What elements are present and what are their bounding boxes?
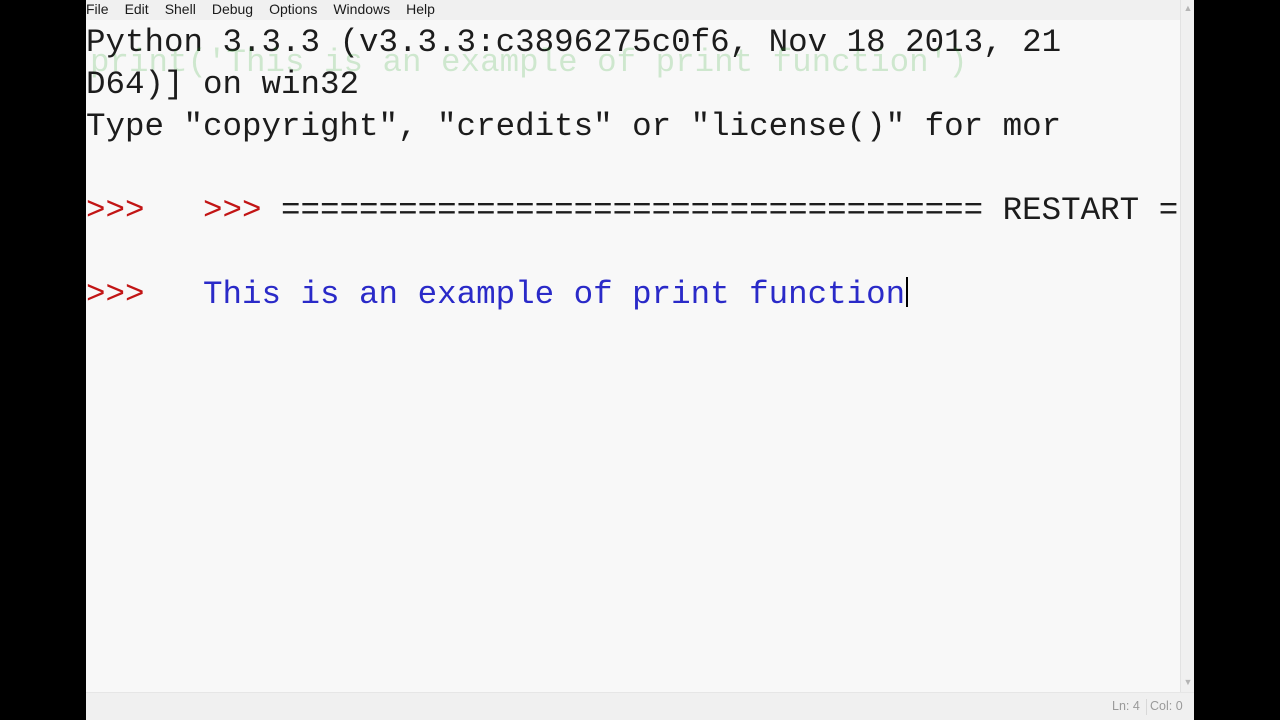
banner-platform-line: D64)] on win32 bbox=[86, 66, 360, 103]
menu-windows[interactable]: Windows bbox=[333, 1, 390, 17]
shell-text-area[interactable]: Python 3.3.3 (v3.3.3:c3896275c0f6, Nov 1… bbox=[86, 20, 1180, 692]
scroll-down-arrow-icon[interactable]: ▼ bbox=[1182, 676, 1194, 688]
menu-shell[interactable]: Shell bbox=[165, 1, 196, 17]
vertical-scrollbar[interactable]: ▲ ▼ bbox=[1180, 0, 1194, 692]
banner-info-line: Type "copyright", "credits" or "license(… bbox=[86, 108, 1062, 145]
status-column-number: Col: 0 bbox=[1150, 699, 1183, 713]
status-divider bbox=[1146, 699, 1147, 715]
status-line-number: Ln: 4 bbox=[1112, 699, 1140, 713]
menu-bar: File Edit Shell Debug Options Windows He… bbox=[86, 0, 1194, 18]
output-line: This is an example of print function bbox=[86, 232, 909, 358]
menu-file[interactable]: File bbox=[86, 1, 109, 17]
scroll-up-arrow-icon[interactable]: ▲ bbox=[1182, 2, 1194, 14]
print-output: This is an example of print function bbox=[203, 276, 906, 313]
idle-shell-window: File Edit Shell Debug Options Windows He… bbox=[86, 0, 1194, 720]
restart-separator: ==================================== RES… bbox=[281, 192, 1180, 229]
menu-edit[interactable]: Edit bbox=[125, 1, 149, 17]
text-cursor bbox=[906, 277, 909, 307]
shell-prompt: >>> bbox=[203, 192, 282, 229]
menu-help[interactable]: Help bbox=[406, 1, 435, 17]
menu-options[interactable]: Options bbox=[269, 1, 317, 17]
shell-prompt: >>> bbox=[86, 276, 165, 313]
menu-debug[interactable]: Debug bbox=[212, 1, 253, 17]
shell-prompt: >>> bbox=[86, 192, 165, 229]
status-bar: Ln: 4 Col: 0 bbox=[86, 692, 1194, 720]
